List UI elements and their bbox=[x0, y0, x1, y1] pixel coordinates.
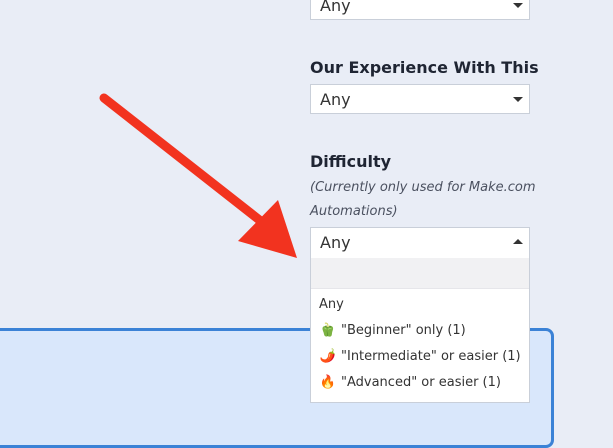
arrow-shaft bbox=[99, 93, 267, 227]
annotation-arrow-icon bbox=[99, 93, 297, 258]
